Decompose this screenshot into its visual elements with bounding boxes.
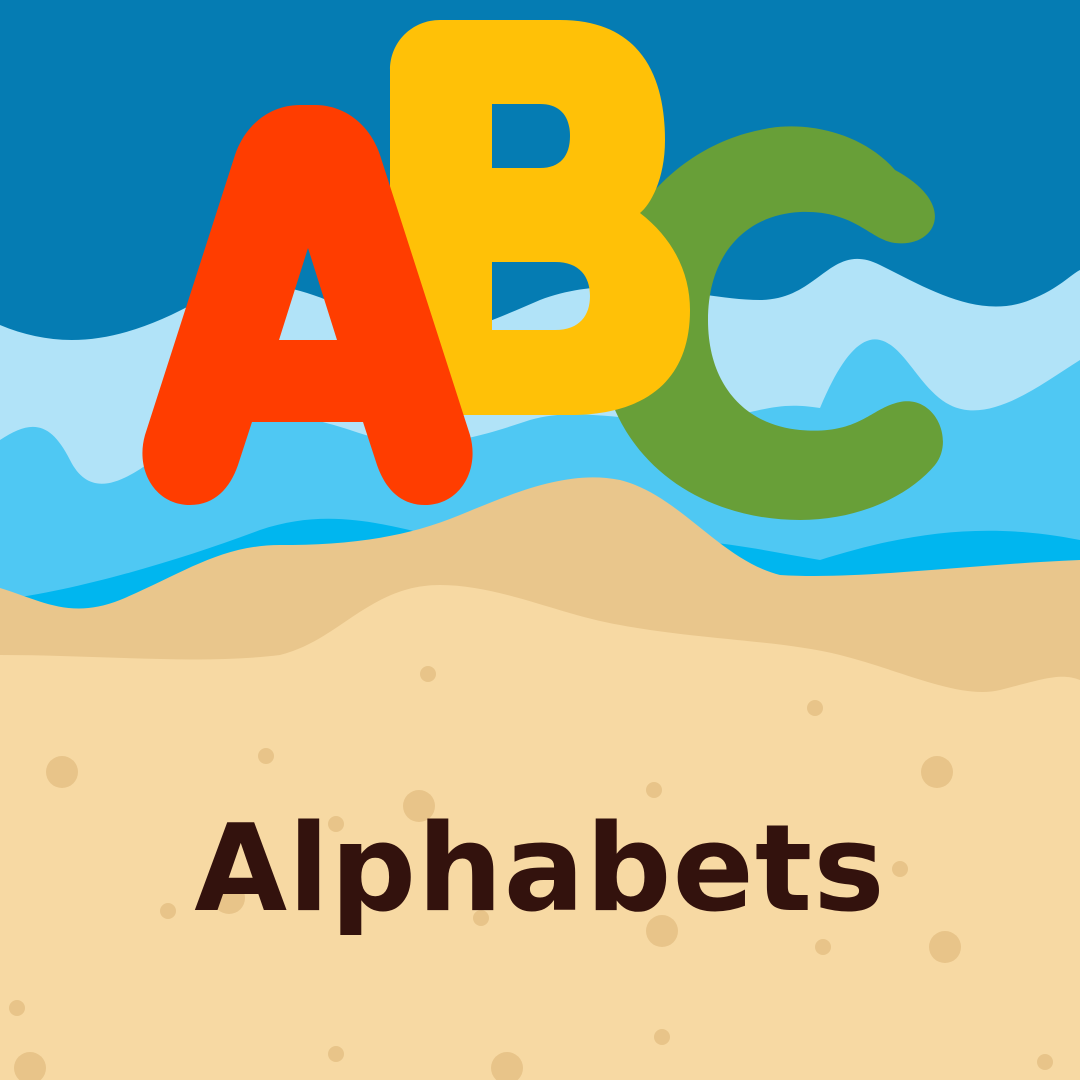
poster: Alphabets	[0, 0, 1080, 1080]
page-title: Alphabets	[194, 800, 886, 939]
